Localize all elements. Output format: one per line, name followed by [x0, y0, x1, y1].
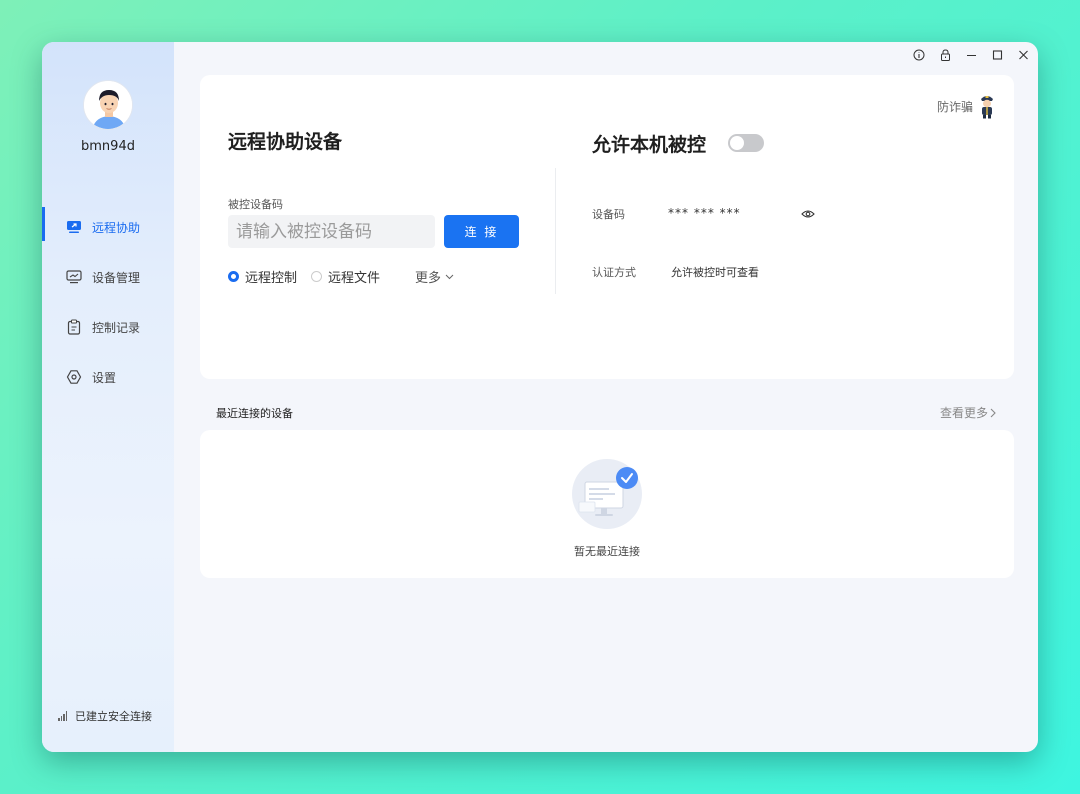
- radio-remote-file[interactable]: 远程文件: [311, 267, 380, 286]
- auth-method-value: 允许被控时可查看: [671, 266, 759, 279]
- police-icon: [978, 93, 996, 119]
- device-code-input-label: 被控设备码: [228, 198, 283, 211]
- device-code-value: *** *** ***: [668, 206, 741, 220]
- recent-devices-card: 暂无最近连接: [200, 430, 1014, 578]
- sidebar-nav: 远程协助 设备管理 控制记录 设置: [42, 202, 174, 402]
- remote-assist-title: 远程协助设备: [228, 131, 343, 153]
- connection-status-text: 已建立安全连接: [75, 710, 152, 723]
- avatar[interactable]: [83, 80, 133, 130]
- radio-remote-control[interactable]: 远程控制: [228, 267, 297, 286]
- empty-state-text: 暂无最近连接: [574, 545, 640, 558]
- sidebar-item-label: 设备管理: [92, 270, 141, 285]
- sidebar-item-label: 设置: [92, 370, 117, 385]
- connection-status: 已建立安全连接: [58, 708, 152, 724]
- sidebar-item-device-management[interactable]: 设备管理: [42, 252, 174, 302]
- monitor-icon: [66, 269, 82, 285]
- sidebar-item-settings[interactable]: 设置: [42, 352, 174, 402]
- close-icon[interactable]: [1014, 46, 1032, 64]
- signal-icon: [58, 711, 67, 721]
- anti-fraud-label: 防诈骗: [936, 99, 973, 114]
- auth-method-label: 认证方式: [592, 266, 636, 279]
- minimize-icon[interactable]: [962, 46, 980, 64]
- sidebar-item-remote-assist[interactable]: 远程协助: [42, 202, 174, 252]
- connect-button[interactable]: 连 接: [444, 215, 519, 248]
- radio-unselected-icon: [311, 271, 323, 282]
- empty-state-illustration: [571, 458, 643, 530]
- clipboard-icon: [66, 319, 82, 335]
- allow-control-title: 允许本机被控: [592, 134, 707, 156]
- titlebar-controls: [910, 46, 1032, 64]
- anti-fraud-link[interactable]: 防诈骗: [937, 93, 996, 119]
- settings-hexagon-icon: [66, 369, 82, 385]
- more-label: 更多: [415, 271, 442, 286]
- app-window: bmn94d 远程协助 设备管理 控制记录 设置 已建立安全连接 远程协助设备 …: [42, 42, 1038, 752]
- sidebar-item-label: 控制记录: [92, 320, 141, 335]
- radio-label: 远程控制: [245, 271, 298, 286]
- toggle-knob: [730, 136, 744, 150]
- connection-mode-options: 远程控制 远程文件 更多: [228, 267, 454, 286]
- username: bmn94d: [81, 139, 135, 154]
- sidebar-item-control-records[interactable]: 控制记录: [42, 302, 174, 352]
- more-dropdown[interactable]: 更多: [415, 267, 454, 286]
- maximize-icon[interactable]: [988, 46, 1006, 64]
- lock-icon[interactable]: [936, 46, 954, 64]
- remote-assist-icon: [66, 219, 82, 235]
- see-more-label: 查看更多: [939, 406, 988, 420]
- device-code-input[interactable]: [228, 215, 435, 248]
- sidebar: bmn94d 远程协助 设备管理 控制记录 设置 已建立安全连接: [42, 42, 174, 752]
- allow-control-toggle[interactable]: [728, 134, 764, 152]
- chevron-down-icon: [445, 274, 454, 280]
- chevron-right-icon: [990, 408, 996, 418]
- sidebar-item-label: 远程协助: [92, 220, 141, 235]
- remote-assist-card: 远程协助设备 被控设备码 连 接 远程控制 远程文件 更多 允许本机被控: [200, 75, 1014, 379]
- eye-icon[interactable]: [800, 207, 816, 221]
- device-code-label: 设备码: [592, 208, 625, 221]
- radio-label: 远程文件: [328, 271, 381, 286]
- vertical-divider: [555, 168, 556, 294]
- recent-devices-title: 最近连接的设备: [216, 407, 293, 420]
- info-icon[interactable]: [910, 46, 928, 64]
- radio-selected-icon: [228, 271, 239, 282]
- see-more-link[interactable]: 查看更多: [940, 404, 996, 421]
